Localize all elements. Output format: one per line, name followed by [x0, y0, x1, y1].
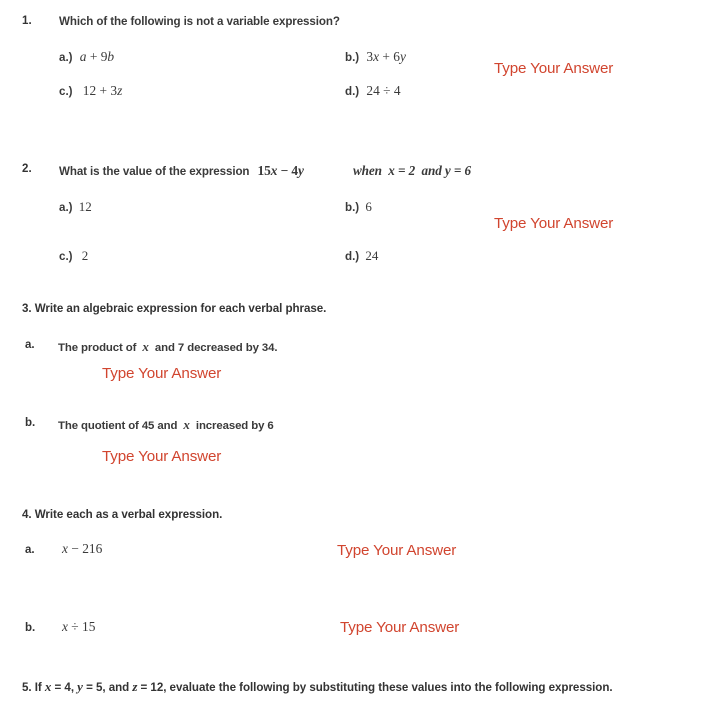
question-1-option-d-label: d.) — [345, 85, 360, 98]
question-5-heading: 5. If x = 4, y = 5, and z = 12, evaluate… — [22, 679, 613, 694]
question-3-part-a-text-before: The product of — [58, 342, 137, 354]
question-3-part-b-text-after: increased by 6 — [195, 420, 274, 432]
question-2-option-b-expression: 6 — [365, 199, 372, 214]
question-1-option-a-expression: a + 9b — [79, 49, 115, 64]
question-2-option-c-expression: 2 — [81, 248, 89, 263]
question-3-part-b-label: b. — [25, 417, 36, 429]
question-1-option-c-expression: 12 + 3z — [82, 83, 123, 98]
question-4-heading: 4. Write each as a verbal expression. — [22, 508, 223, 521]
question-3-part-b-text-before: The quotient of 45 and — [58, 420, 178, 432]
question-1-option-c-label: c.) — [59, 85, 73, 98]
question-1-option-a[interactable]: a.) a + 9b — [59, 50, 114, 64]
question-2-option-d-expression: 24 — [365, 248, 379, 263]
question-1-option-b[interactable]: b.) 3x + 6y — [345, 50, 406, 64]
question-1-option-b-label: b.) — [345, 51, 360, 64]
question-3-part-b-variable: x — [183, 417, 190, 432]
question-2-option-d-label: d.) — [345, 250, 360, 263]
question-1-option-d-expression: 24 ÷ 4 — [366, 83, 401, 98]
question-1-answer-prompt[interactable]: Type Your Answer — [494, 61, 613, 76]
question-1-option-a-label: a.) — [59, 51, 73, 64]
question-2-stem-text: What is the value of the expression — [59, 165, 250, 178]
question-2-number: 2. — [22, 163, 32, 175]
question-1-number: 1. — [22, 15, 32, 27]
question-4-part-a-label: a. — [25, 544, 35, 556]
question-2-option-a-expression: 12 — [78, 199, 92, 214]
question-2-option-b[interactable]: b.) 6 — [345, 200, 372, 214]
question-3-part-b-text: The quotient of 45 and x increased by 6 — [58, 418, 274, 432]
question-2-option-d[interactable]: d.) 24 — [345, 249, 378, 263]
question-3-part-a-label: a. — [25, 339, 35, 351]
question-1-option-c[interactable]: c.) 12 + 3z — [59, 84, 122, 98]
question-2-option-a[interactable]: a.) 12 — [59, 200, 92, 214]
question-4-part-a-expression: x − 216 — [62, 541, 103, 556]
question-2-answer-prompt[interactable]: Type Your Answer — [494, 216, 613, 231]
question-3-part-a-variable: x — [142, 339, 149, 354]
question-4-part-b-expression: x ÷ 15 — [62, 619, 96, 634]
question-2-stem-condition: when x = 2 and y = 6 — [352, 163, 471, 178]
question-2-option-c[interactable]: c.) 2 — [59, 249, 88, 263]
question-2-option-c-label: c.) — [59, 250, 73, 263]
worksheet-page: 1. Which of the following is not a varia… — [0, 0, 707, 708]
question-4-part-a-answer-prompt[interactable]: Type Your Answer — [337, 543, 456, 558]
question-3-heading: 3. Write an algebraic expression for eac… — [22, 302, 327, 315]
question-1-option-b-expression: 3x + 6y — [366, 49, 406, 64]
question-3-part-a-text: The product of x and 7 decreased by 34. — [58, 339, 278, 354]
question-2-stem-expression: 15x − 4y — [257, 163, 304, 178]
question-3-part-a-text-after: and 7 decreased by 34. — [154, 342, 278, 354]
question-1-option-d[interactable]: d.) 24 ÷ 4 — [345, 84, 401, 98]
question-2-stem: What is the value of the expression 15x … — [59, 164, 471, 178]
question-3-part-a-answer-prompt[interactable]: Type Your Answer — [102, 366, 221, 381]
question-2-option-b-label: b.) — [345, 201, 360, 214]
question-3-part-b-answer-prompt[interactable]: Type Your Answer — [102, 449, 221, 464]
question-4-part-b-label: b. — [25, 622, 36, 634]
question-4-part-b-answer-prompt[interactable]: Type Your Answer — [340, 620, 459, 635]
question-2-option-a-label: a.) — [59, 201, 73, 214]
question-5-heading-text: 5. If — [22, 681, 45, 694]
question-1-stem: Which of the following is not a variable… — [59, 15, 340, 28]
